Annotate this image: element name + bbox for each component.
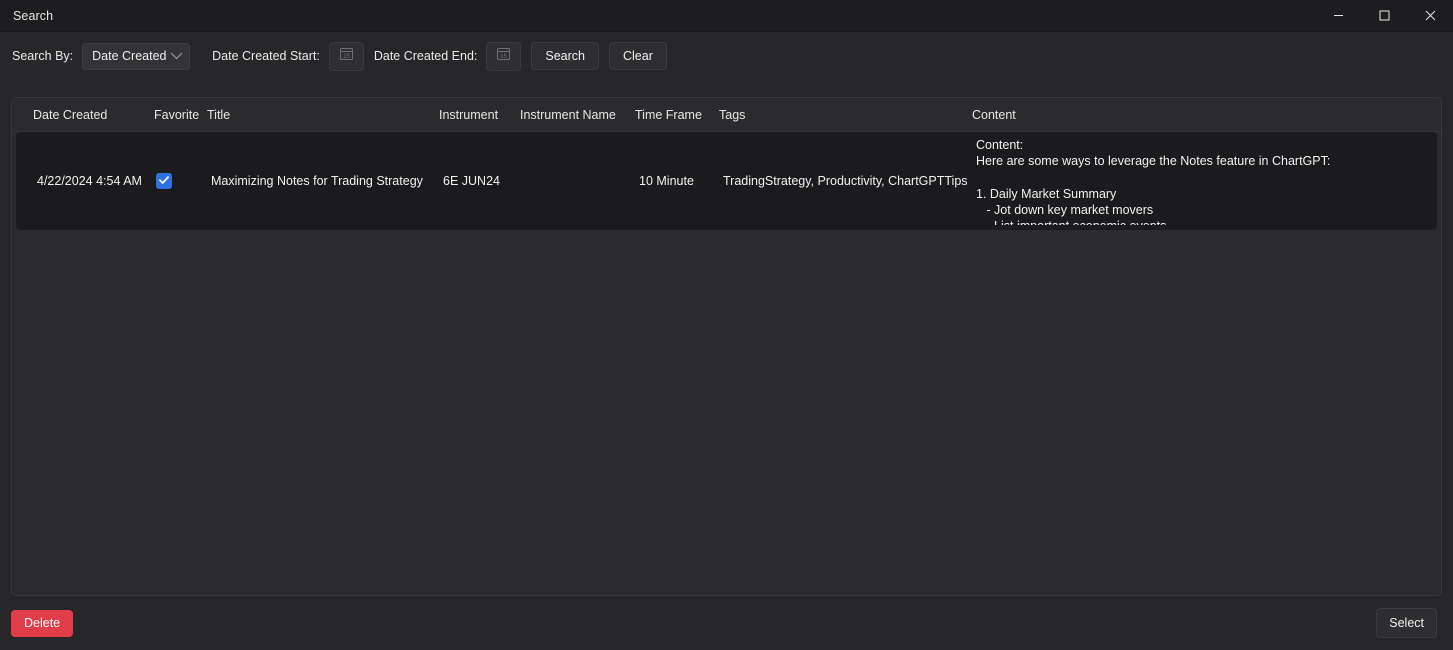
minimize-icon [1333, 10, 1344, 21]
grid-body: 4/22/2024 4:54 AM Maximizing Notes for T… [12, 132, 1441, 230]
results-grid: Date Created Favorite Title Instrument I… [11, 97, 1442, 596]
grid-header-row: Date Created Favorite Title Instrument I… [12, 98, 1441, 132]
select-button[interactable]: Select [1376, 608, 1437, 638]
date-created-start-label: Date Created Start: [212, 49, 320, 63]
minimize-button[interactable] [1315, 0, 1361, 31]
window-controls [1315, 0, 1453, 31]
window-title: Search [0, 9, 53, 23]
cell-date-created: 4/22/2024 4:54 AM [16, 132, 146, 230]
cell-instrument: 6E JUN24 [443, 132, 524, 230]
cell-time-frame: 10 Minute [639, 132, 723, 230]
search-by-value: Date Created [92, 49, 166, 63]
maximize-button[interactable] [1361, 0, 1407, 31]
cell-content: Content: Here are some ways to leverage … [976, 132, 1437, 225]
column-header-title[interactable]: Title [207, 108, 439, 122]
clear-button[interactable]: Clear [609, 42, 667, 70]
svg-text:15: 15 [343, 54, 350, 60]
calendar-icon: 15 [496, 46, 511, 66]
column-header-favorite[interactable]: Favorite [142, 108, 207, 122]
date-created-end-label: Date Created End: [374, 49, 478, 63]
cell-instrument-name [524, 132, 639, 230]
close-button[interactable] [1407, 0, 1453, 31]
column-header-tags[interactable]: Tags [719, 108, 972, 122]
delete-button[interactable]: Delete [11, 610, 73, 637]
column-header-time-frame[interactable]: Time Frame [635, 108, 719, 122]
check-icon [158, 174, 170, 189]
search-toolbar: Search By: Date Created Date Created Sta… [0, 32, 1453, 80]
close-icon [1425, 10, 1436, 21]
title-bar: Search [0, 0, 1453, 32]
column-header-instrument-name[interactable]: Instrument Name [520, 108, 635, 122]
calendar-icon: 15 [339, 46, 354, 66]
svg-text:15: 15 [501, 54, 508, 60]
cell-favorite [146, 132, 211, 230]
chevron-down-icon [170, 49, 183, 63]
column-header-content[interactable]: Content [972, 108, 1441, 122]
date-created-start-picker[interactable]: 15 [329, 42, 364, 71]
cell-tags: TradingStrategy, Productivity, ChartGPTT… [723, 132, 976, 230]
search-by-label: Search By: [12, 49, 73, 63]
search-window: Search Search By: Date Created [0, 0, 1453, 650]
column-header-date-created[interactable]: Date Created [12, 108, 142, 122]
footer-bar: Delete Select [0, 596, 1453, 650]
favorite-checkbox[interactable] [156, 173, 172, 189]
column-header-instrument[interactable]: Instrument [439, 108, 520, 122]
search-button[interactable]: Search [531, 42, 599, 70]
cell-title: Maximizing Notes for Trading Strategy [211, 132, 443, 230]
search-by-dropdown[interactable]: Date Created [82, 43, 190, 70]
date-created-end-picker[interactable]: 15 [486, 42, 521, 71]
maximize-icon [1379, 10, 1390, 21]
table-row[interactable]: 4/22/2024 4:54 AM Maximizing Notes for T… [16, 132, 1437, 230]
